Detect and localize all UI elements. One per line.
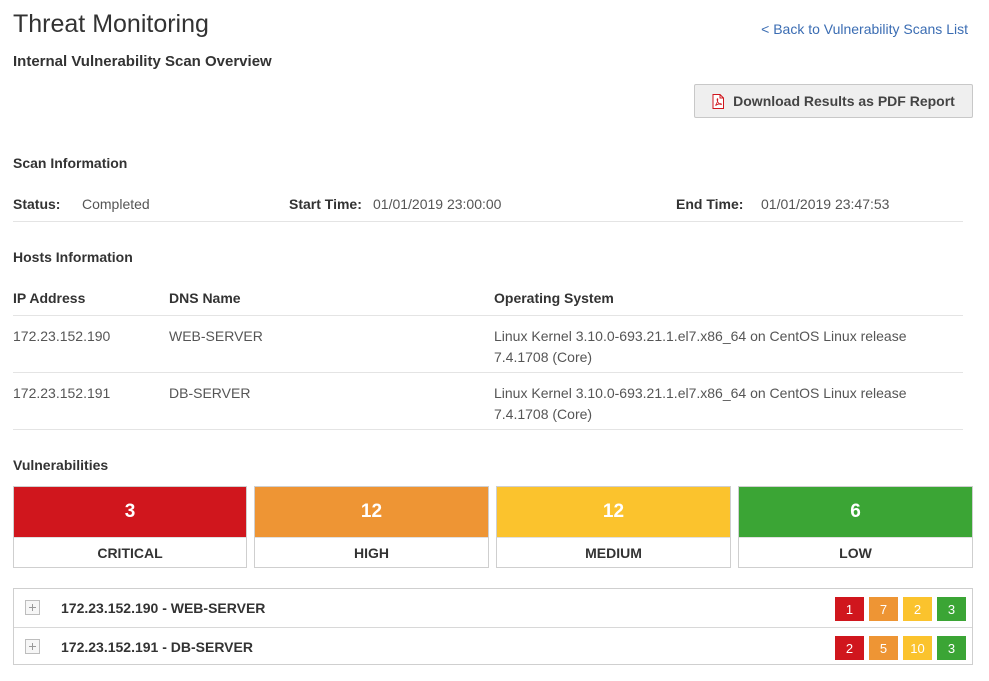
vuln-summary-high: 12 HIGH (254, 486, 489, 568)
host-vulnerability-accordion: 172.23.152.190 - WEB-SERVER 1 7 2 3 172.… (13, 588, 973, 665)
table-row: 172.23.152.190 WEB-SERVER Linux Kernel 3… (13, 316, 963, 373)
host-ip: 172.23.152.191 (13, 385, 111, 401)
low-badge: 3 (937, 597, 966, 621)
host-ip: 172.23.152.190 (13, 328, 111, 344)
critical-count: 3 (14, 487, 246, 537)
severity-badges: 1 7 2 3 (835, 597, 966, 621)
host-dns: DB-SERVER (169, 385, 251, 401)
medium-count: 12 (497, 487, 730, 537)
low-badge: 3 (937, 636, 966, 660)
accordion-row-db-server[interactable]: 172.23.152.191 - DB-SERVER 2 5 10 3 (14, 627, 972, 665)
critical-badge: 1 (835, 597, 864, 621)
medium-label: MEDIUM (497, 537, 730, 567)
critical-label: CRITICAL (14, 537, 246, 567)
vuln-summary-low: 6 LOW (738, 486, 973, 568)
high-label: HIGH (255, 537, 488, 567)
medium-badge: 10 (903, 636, 932, 660)
page-subtitle: Internal Vulnerability Scan Overview (13, 53, 272, 70)
back-to-scans-link[interactable]: < Back to Vulnerability Scans List (761, 21, 968, 37)
medium-badge: 2 (903, 597, 932, 621)
high-badge: 7 (869, 597, 898, 621)
end-time-value: 01/01/2019 23:47:53 (761, 196, 890, 212)
column-dns-name: DNS Name (169, 290, 241, 306)
host-os: Linux Kernel 3.10.0-693.21.1.el7.x86_64 … (494, 328, 907, 365)
expand-plus-icon[interactable] (25, 639, 40, 654)
severity-badges: 2 5 10 3 (835, 636, 966, 660)
scan-info-row: Status: Completed Start Time: 01/01/2019… (13, 186, 963, 222)
vulnerabilities-title: Vulnerabilities (13, 457, 109, 473)
hosts-table-header: IP Address DNS Name Operating System (13, 280, 963, 316)
hosts-info-title: Hosts Information (13, 249, 133, 265)
expand-plus-icon[interactable] (25, 600, 40, 615)
high-badge: 5 (869, 636, 898, 660)
end-time-label: End Time: (676, 196, 744, 212)
low-label: LOW (739, 537, 972, 567)
download-pdf-button[interactable]: Download Results as PDF Report (694, 84, 973, 118)
vuln-summary-critical: 3 CRITICAL (13, 486, 247, 568)
vuln-summary-medium: 12 MEDIUM (496, 486, 731, 568)
table-row: 172.23.152.191 DB-SERVER Linux Kernel 3.… (13, 373, 963, 430)
start-time-value: 01/01/2019 23:00:00 (373, 196, 502, 212)
host-dns: WEB-SERVER (169, 328, 263, 344)
critical-badge: 2 (835, 636, 864, 660)
high-count: 12 (255, 487, 488, 537)
accordion-row-web-server[interactable]: 172.23.152.190 - WEB-SERVER 1 7 2 3 (14, 589, 972, 627)
status-value: Completed (82, 196, 150, 212)
column-operating-system: Operating System (494, 290, 614, 306)
status-label: Status: (13, 196, 61, 212)
host-os: Linux Kernel 3.10.0-693.21.1.el7.x86_64 … (494, 385, 907, 422)
low-count: 6 (739, 487, 972, 537)
page-title: Threat Monitoring (13, 10, 209, 38)
download-pdf-label: Download Results as PDF Report (733, 93, 955, 109)
scan-info-title: Scan Information (13, 155, 128, 171)
accordion-title[interactable]: 172.23.152.191 - DB-SERVER (61, 639, 253, 655)
column-ip-address: IP Address (13, 290, 86, 306)
start-time-label: Start Time: (289, 196, 362, 212)
pdf-file-icon (712, 93, 725, 109)
accordion-title[interactable]: 172.23.152.190 - WEB-SERVER (61, 600, 265, 616)
